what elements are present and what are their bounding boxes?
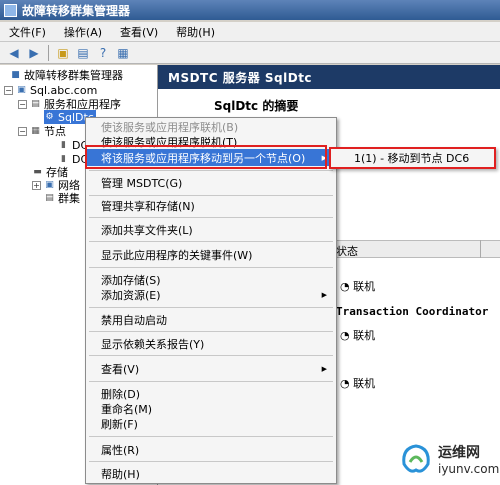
submenu-arrow-icon: ▶ xyxy=(321,365,327,373)
menu-item-bring-online: 使该服务或应用程序联机(B) xyxy=(101,121,239,134)
menu-item-show-dependency[interactable]: 显示依赖关系报告(Y) xyxy=(87,337,335,351)
pane-header: MSDTC 服务器 SqlDtc xyxy=(158,65,500,89)
network-icon: ▣ xyxy=(45,180,54,190)
window-title: 故障转移群集管理器 xyxy=(22,3,131,18)
menu-help[interactable]: 帮助(H) xyxy=(167,24,224,40)
up-folder-icon[interactable]: ▣ xyxy=(55,45,71,61)
status-cell: ◔ 联机 xyxy=(340,327,375,343)
forward-arrow-icon[interactable]: ▶ xyxy=(26,45,42,61)
menu-separator xyxy=(89,267,333,268)
menu-separator xyxy=(89,307,333,308)
status-cell: ◔ 联机 xyxy=(340,375,375,391)
back-arrow-icon[interactable]: ◀ xyxy=(6,45,22,61)
cluster-icon: ▣ xyxy=(17,85,26,95)
tree-nodes-label: 节点 xyxy=(44,125,66,138)
tree-cluster[interactable]: − ▣ Sql.abc.com xyxy=(4,83,97,97)
online-status-icon: ◔ xyxy=(340,280,350,293)
submenu-arrow-icon: ▶ xyxy=(321,291,327,299)
menu-item-move-to-node[interactable]: 将该服务或应用程序移动到另一个节点(O) ▶ xyxy=(87,149,335,166)
menu-file[interactable]: 文件(F) xyxy=(0,24,55,40)
menu-bar: 文件(F) 操作(A) 查看(V) 帮助(H) xyxy=(0,22,500,42)
column-divider[interactable] xyxy=(480,240,481,258)
watermark: 运维网 iyunv.com xyxy=(398,440,500,484)
menu-action[interactable]: 操作(A) xyxy=(55,24,111,40)
menu-view[interactable]: 查看(V) xyxy=(111,24,167,40)
menu-item-add-resource-label: 添加资源(E) xyxy=(101,289,161,302)
menu-separator xyxy=(89,331,333,332)
menu-item-help[interactable]: 帮助(H) xyxy=(87,467,335,481)
status-cell: ◔ 联机 xyxy=(340,278,375,294)
service-icon: ⚙ xyxy=(45,112,54,122)
show-tree-icon[interactable]: ▤ xyxy=(75,45,91,61)
menu-item-manage-share[interactable]: 管理共享和存储(N) xyxy=(87,199,335,213)
menu-item-add-resource[interactable]: 添加资源(E) ▶ xyxy=(87,288,335,302)
collapse-icon[interactable]: − xyxy=(4,85,13,95)
menu-item-view[interactable]: 查看(V) ▶ xyxy=(87,362,335,376)
title-bar: 故障转移群集管理器 xyxy=(0,0,500,20)
menu-separator xyxy=(89,195,333,196)
summary-title: SqlDtc 的摘要 xyxy=(214,99,299,113)
move-node-submenu: 1(1) - 移动到节点 DC6 xyxy=(329,147,496,169)
menu-item-show-events[interactable]: 显示此应用程序的关键事件(W) xyxy=(87,248,335,262)
menu-item-properties[interactable]: 属性(R) xyxy=(87,443,335,457)
menu-item-manage-msdtc[interactable]: 管理 MSDTC(G) xyxy=(87,176,335,190)
tree-node-1[interactable]: ▮ DC xyxy=(58,138,88,152)
resource-name: Transaction Coordinator xyxy=(336,305,489,318)
tree-root-label: 故障转移群集管理器 xyxy=(24,69,123,82)
menu-separator xyxy=(89,461,333,462)
menu-separator xyxy=(89,241,333,242)
watermark-en: iyunv.com xyxy=(438,462,500,476)
properties-icon[interactable]: ▦ xyxy=(115,45,131,61)
tree-root[interactable]: ■ 故障转移群集管理器 xyxy=(10,68,123,82)
services-icon: ▤ xyxy=(31,99,40,109)
menu-separator xyxy=(89,170,333,171)
storage-icon: ▬ xyxy=(33,167,42,177)
menu-item-refresh[interactable]: 刷新(F) xyxy=(87,417,335,431)
tree-events-label: 群集 xyxy=(58,192,80,205)
status-text: 联机 xyxy=(353,280,376,293)
menu-item-move-to-node-label: 将该服务或应用程序移动到另一个节点(O) xyxy=(101,151,306,165)
collapse-icon[interactable]: − xyxy=(18,126,27,136)
server-icon: ▮ xyxy=(61,154,66,164)
menu-separator xyxy=(89,381,333,382)
menu-item-delete[interactable]: 删除(D) xyxy=(87,387,335,401)
cluster-manager-icon: ■ xyxy=(11,70,20,80)
menu-separator xyxy=(89,436,333,437)
nodes-icon: ▦ xyxy=(31,126,40,136)
server-icon: ▮ xyxy=(61,140,66,150)
events-icon: ▤ xyxy=(45,193,54,203)
online-status-icon: ◔ xyxy=(340,377,350,390)
pane-header-label: MSDTC 服务器 SqlDtc xyxy=(168,70,313,85)
context-menu: 使该服务或应用程序联机(B) 使该服务或应用程序脱机(T) 将该服务或应用程序移… xyxy=(85,117,337,484)
toolbar: ◀ ▶ ▣ ▤ ? ▦ xyxy=(0,42,500,64)
column-header-status[interactable]: 状态 xyxy=(336,243,358,259)
menu-item-take-offline[interactable]: 使该服务或应用程序脱机(T) xyxy=(87,135,335,149)
toolbar-separator xyxy=(48,44,49,61)
tree-nodes[interactable]: − ▦ 节点 xyxy=(18,124,66,138)
menu-item-rename[interactable]: 重命名(M) xyxy=(87,402,335,416)
menu-item-add-storage[interactable]: 添加存储(S) xyxy=(87,273,335,287)
tree-events[interactable]: ▤ 群集 xyxy=(44,191,80,205)
menu-separator xyxy=(89,217,333,218)
menu-item-disable-autostart[interactable]: 禁用自动启动 xyxy=(87,313,335,327)
help-icon[interactable]: ? xyxy=(95,45,111,61)
online-status-icon: ◔ xyxy=(340,329,350,342)
menu-item-add-share[interactable]: 添加共享文件夹(L) xyxy=(87,223,335,237)
status-text: 联机 xyxy=(353,329,376,342)
menu-item-view-label: 查看(V) xyxy=(101,363,140,376)
menu-separator xyxy=(89,355,333,356)
tree-services[interactable]: − ▤ 服务和应用程序 xyxy=(18,97,121,111)
watermark-logo-icon xyxy=(402,444,430,473)
tree-cluster-label: Sql.abc.com xyxy=(30,83,98,97)
watermark-cn: 运维网 xyxy=(438,445,480,461)
status-text: 联机 xyxy=(353,377,376,390)
expand-icon[interactable]: + xyxy=(32,180,41,190)
submenu-item-move-to-dc6[interactable]: 1(1) - 移动到节点 DC6 xyxy=(334,151,491,165)
submenu-arrow-icon: ▶ xyxy=(321,153,327,162)
app-icon xyxy=(4,3,17,17)
collapse-icon[interactable]: − xyxy=(18,99,27,109)
